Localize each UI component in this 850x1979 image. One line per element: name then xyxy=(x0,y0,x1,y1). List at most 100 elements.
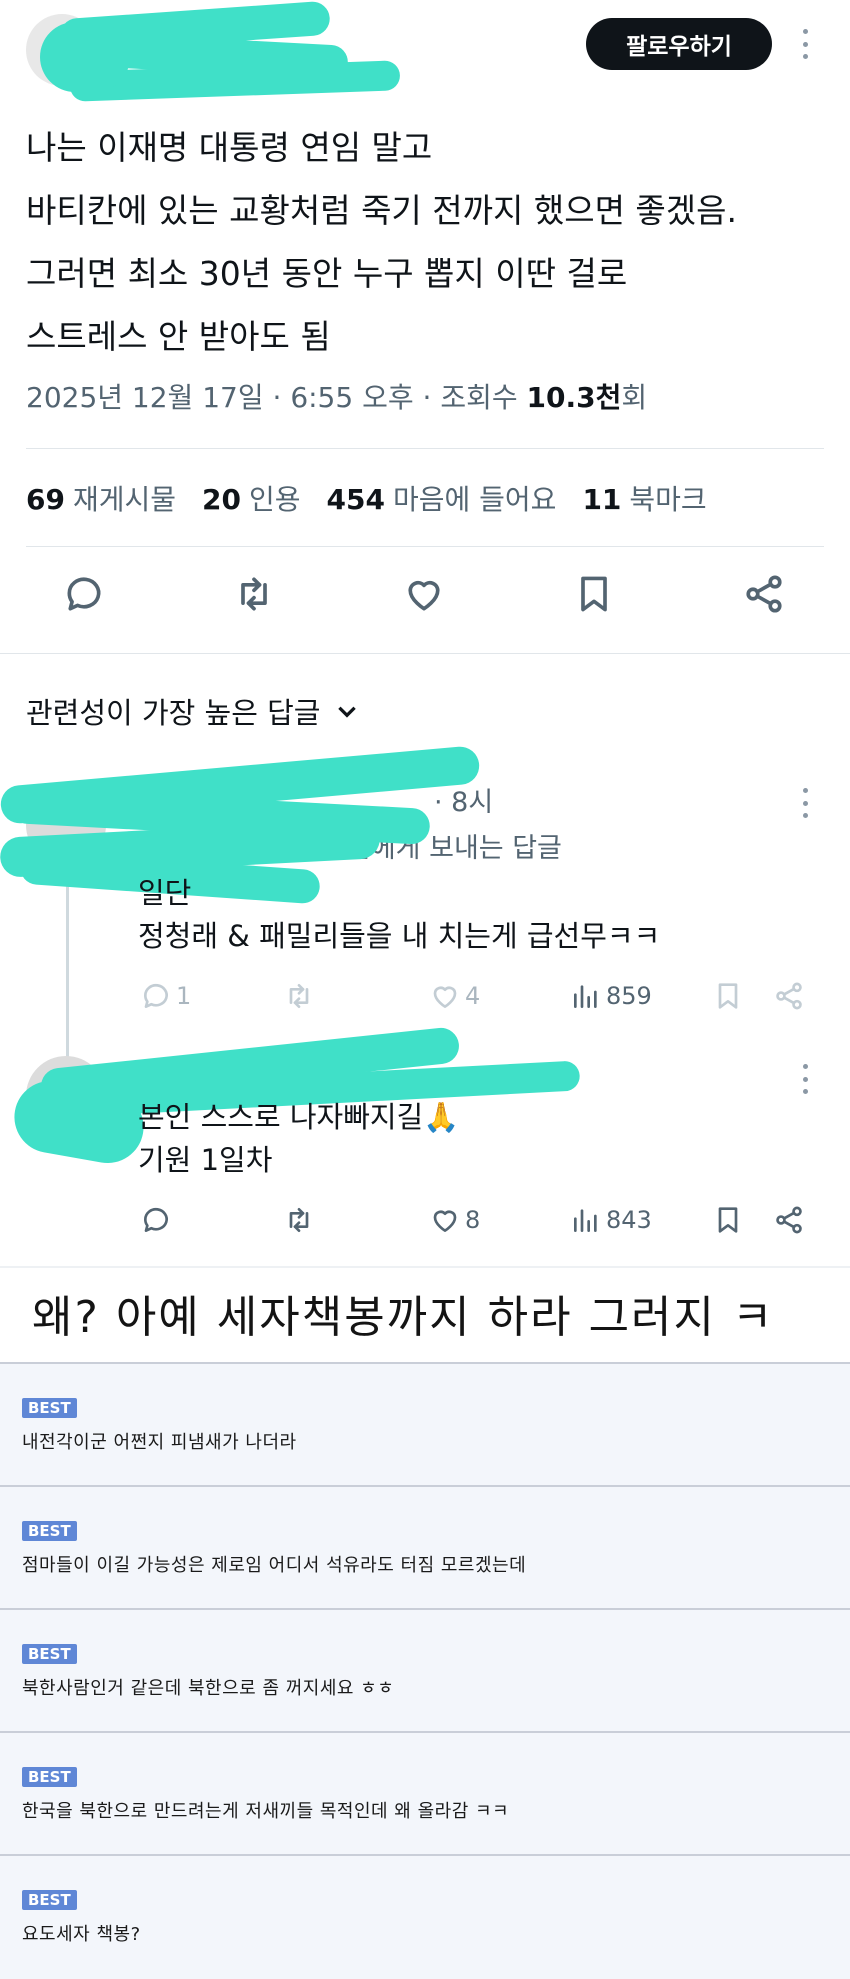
tweet-line: 바티칸에 있는 교황처럼 죽기 전까지 했으면 좋겠음. xyxy=(26,191,737,230)
reply-icon[interactable] xyxy=(60,570,108,618)
tweet-meta: 2025년 12월 17일 · 6:55 오후 · 조회수 10.3천회 xyxy=(26,376,647,416)
comment-item[interactable]: BEST 북한사람인거 같은데 북한으로 좀 꺼지세요 ㅎㅎ xyxy=(0,1610,850,1733)
views-icon xyxy=(574,1209,597,1232)
share-icon xyxy=(776,982,802,1010)
tweet-time: 6:55 오후 xyxy=(290,381,414,414)
comment-text: 점마들이 이길 가능성은 제로임 어디서 석유라도 터짐 모르겠는데 xyxy=(22,1555,527,1576)
reply-sort-dropdown[interactable]: 관련성이 가장 높은 답글 xyxy=(26,690,360,732)
best-badge: BEST xyxy=(22,1890,77,1910)
reply-actions: 1 4 859 xyxy=(0,980,850,1020)
like-count: 4 xyxy=(465,982,481,1010)
retweet-button[interactable] xyxy=(283,1204,315,1236)
stat-reposts[interactable]: 69 재게시물 xyxy=(26,478,176,518)
follow-button[interactable]: 팔로우하기 xyxy=(586,18,772,70)
reply-line: 정청래 & 패밀리들을 내 치는게 급선무ㅋㅋ xyxy=(138,919,661,953)
reply-line: 일단 xyxy=(138,876,192,910)
view-count: 859 xyxy=(606,982,652,1010)
reply-text: 일단 정청래 & 패밀리들을 내 치는게 급선무ㅋㅋ xyxy=(138,872,660,958)
views-button[interactable]: 859 xyxy=(570,980,652,1012)
tweet-text: 나는 이재명 대통령 연임 말고 바티칸에 있는 교황처럼 죽기 전까지 했으면… xyxy=(26,116,826,368)
chevron-down-icon xyxy=(338,706,357,718)
comment-text: 북한사람인거 같은데 북한으로 좀 꺼지세요 ㅎㅎ xyxy=(22,1678,395,1699)
tweet-header: 팔로우하기 xyxy=(0,0,850,110)
views-button[interactable]: 843 xyxy=(570,1204,652,1236)
comment-text: 한국을 북한으로 만드려는게 저새끼들 목적인데 왜 올라감 ㅋㅋ xyxy=(22,1801,510,1822)
censor-scribble xyxy=(40,22,130,92)
reply-item[interactable]: · 8시 님에게 보내는 답글 일단 정청래 & 패밀리들을 내 치는게 급선무… xyxy=(0,745,850,1100)
stat-bookmarks[interactable]: 11 북마크 xyxy=(582,478,706,518)
tweet-stats: 69 재게시물 20 인용 454 마음에 들어요 11 북마크 xyxy=(26,478,707,518)
reply-button[interactable] xyxy=(140,1204,172,1236)
stat-label: 북마크 xyxy=(629,483,707,516)
retweet-icon xyxy=(289,1208,309,1232)
best-badge: BEST xyxy=(22,1398,77,1418)
retweet-button[interactable] xyxy=(283,980,315,1012)
bookmark-icon xyxy=(718,983,738,1009)
bookmark-button[interactable] xyxy=(712,980,744,1012)
view-count: 843 xyxy=(606,1206,652,1234)
best-badge: BEST xyxy=(22,1767,77,1787)
stat-value: 454 xyxy=(326,483,385,516)
share-button[interactable] xyxy=(773,980,805,1012)
divider xyxy=(26,448,824,449)
divider xyxy=(0,653,850,654)
reply-item[interactable]: 본인 스스로 나자빠지길🙏 기원 1일차 8 843 xyxy=(0,1026,850,1262)
views-label: 조회수 xyxy=(440,381,527,414)
retweet-icon xyxy=(289,984,309,1008)
divider xyxy=(26,546,824,547)
share-icon[interactable] xyxy=(740,570,788,618)
reply-icon xyxy=(143,1207,168,1232)
reply-icon xyxy=(143,983,168,1008)
comment-text: 요도세자 책봉? xyxy=(22,1924,141,1945)
tweet-line: 스트레스 안 받아도 됨 xyxy=(26,317,331,356)
meta-separator: · xyxy=(263,381,291,414)
like-icon xyxy=(433,986,457,1008)
best-badge: BEST xyxy=(22,1521,77,1541)
reply-text: 본인 스스로 나자빠지길🙏 기원 1일차 xyxy=(138,1096,459,1182)
views-value: 10.3천 xyxy=(526,381,622,414)
more-options-icon[interactable] xyxy=(800,1064,810,1094)
like-button[interactable]: 8 xyxy=(429,1204,480,1236)
comment-item[interactable]: BEST 점마들이 이길 가능성은 제로임 어디서 석유라도 터짐 모르겠는데 xyxy=(0,1487,850,1610)
stat-label: 마음에 들어요 xyxy=(392,483,557,516)
views-suffix: 회 xyxy=(621,381,648,414)
stat-value: 20 xyxy=(202,483,241,516)
stat-value: 11 xyxy=(582,483,622,516)
retweet-icon[interactable] xyxy=(230,570,278,618)
more-options-icon[interactable] xyxy=(800,29,810,59)
stat-label: 인용 xyxy=(248,483,301,516)
more-options-icon[interactable] xyxy=(800,788,810,818)
comment-list: BEST 내전각이군 어쩐지 피냄새가 나더라 BEST 점마들이 이길 가능성… xyxy=(0,1362,850,1979)
like-count: 8 xyxy=(465,1206,481,1234)
comment-text: 내전각이군 어쩐지 피냄새가 나더라 xyxy=(22,1432,297,1453)
reply-count: 1 xyxy=(176,982,192,1010)
best-badge: BEST xyxy=(22,1644,77,1664)
caption-text: 왜? 아예 세자책봉까지 하라 그러지 ㅋ xyxy=(0,1266,850,1358)
tweet-line: 나는 이재명 대통령 연임 말고 xyxy=(26,128,433,167)
reply-line: 본인 스스로 나자빠지길🙏 xyxy=(138,1100,460,1134)
comment-item[interactable]: BEST 한국을 북한으로 만드려는게 저새끼들 목적인데 왜 올라감 ㅋㅋ xyxy=(0,1733,850,1856)
meta-separator: · xyxy=(413,381,441,414)
tweet-line: 그러면 최소 30년 동안 누구 뽑지 이딴 걸로 xyxy=(26,254,628,293)
views-icon xyxy=(574,985,597,1008)
share-button[interactable] xyxy=(773,1204,805,1236)
stat-likes[interactable]: 454 마음에 들어요 xyxy=(327,478,557,518)
reply-button[interactable]: 1 xyxy=(140,980,191,1012)
bookmark-button[interactable] xyxy=(712,1204,744,1236)
tweet-date: 2025년 12월 17일 xyxy=(26,381,264,414)
like-button[interactable]: 4 xyxy=(429,980,480,1012)
share-icon xyxy=(776,1206,802,1234)
bookmark-icon[interactable] xyxy=(570,570,618,618)
bookmark-icon xyxy=(718,1207,738,1233)
sort-label: 관련성이 가장 높은 답글 xyxy=(26,696,321,730)
like-icon xyxy=(433,1210,457,1232)
reply-line: 기원 1일차 xyxy=(138,1143,273,1177)
stat-label: 재게시물 xyxy=(72,483,177,516)
comment-item[interactable]: BEST 요도세자 책봉? xyxy=(0,1856,850,1979)
stat-value: 69 xyxy=(26,483,65,516)
reply-actions: 8 843 xyxy=(0,1204,850,1244)
stat-quotes[interactable]: 20 인용 xyxy=(202,478,301,518)
tweet-actions xyxy=(0,570,850,630)
comment-item[interactable]: BEST 내전각이군 어쩐지 피냄새가 나더라 xyxy=(0,1364,850,1487)
like-icon[interactable] xyxy=(400,570,448,618)
